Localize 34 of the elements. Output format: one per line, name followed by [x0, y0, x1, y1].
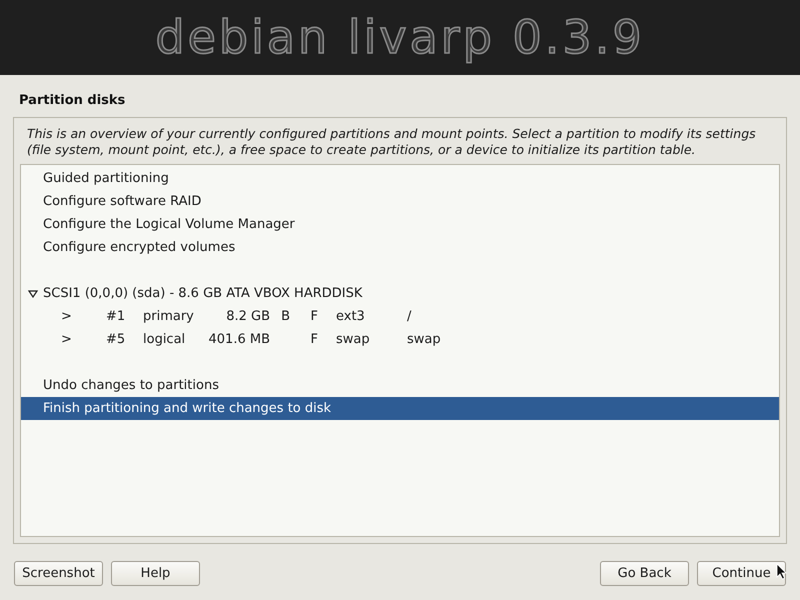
partition-row[interactable]: > #1 primary 8.2 GB B F ext3 /	[21, 305, 779, 328]
filesystem-text: ext3	[336, 308, 365, 326]
bootable-text: B	[281, 308, 290, 326]
menu-item[interactable]: Finish partitioning and write changes to disk	[21, 397, 779, 420]
mouse-pointer-icon	[776, 563, 787, 580]
menu-item[interactable]: Configure encrypted volumes	[21, 236, 779, 259]
button[interactable]: Screenshot	[14, 561, 103, 586]
button[interactable]: Go Back	[600, 561, 689, 586]
menu-item[interactable]: Configure the Logical Volume Manager	[21, 213, 779, 236]
button[interactable]: Help	[111, 561, 200, 586]
partition-number: #1	[106, 308, 126, 326]
partition-row[interactable]: > #5 logical 401.6 MB F swap swap	[21, 328, 779, 351]
disk-label: SCSI1 (0,0,0) (sda) - 8.6 GB ATA VBOX HARDDISK	[43, 284, 362, 303]
partition-size: 8.2 GB	[226, 308, 270, 326]
mount-point: swap	[407, 330, 441, 349]
button[interactable]: Continue	[697, 561, 786, 586]
marker-text: >	[61, 330, 72, 349]
disk-row[interactable]: SCSI1 (0,0,0) (sda) - 8.6 GB ATA VBOX HARDDISK	[21, 282, 779, 305]
partition-size: 401.6 MB	[208, 330, 270, 349]
menu-item[interactable]: Guided partitioning	[21, 167, 779, 190]
format-text: F	[310, 330, 318, 349]
marker-text: >	[61, 308, 72, 326]
expanded-arrow-icon[interactable]	[28, 290, 38, 298]
filesystem-text: swap	[336, 330, 370, 349]
partition-type: logical	[143, 330, 186, 349]
menu-item[interactable]: Undo changes to partitions	[21, 374, 779, 397]
format-text: F	[310, 308, 318, 326]
partition-number: #5	[106, 330, 126, 349]
menu-item[interactable]: Configure software RAID	[21, 190, 779, 213]
partition-type: primary	[143, 308, 194, 326]
mount-point: /	[407, 308, 412, 326]
intro-text: This is an overview of your currently configured partitions and mount points. Select a partition to modify its settings (file system, mount point, etc.), a free space to create partitions, or a device to initialize its partition table.	[26, 125, 757, 159]
page-title: Partition disks	[19, 93, 126, 108]
banner-title: debian livarp 0.3.9	[155, 9, 645, 66]
